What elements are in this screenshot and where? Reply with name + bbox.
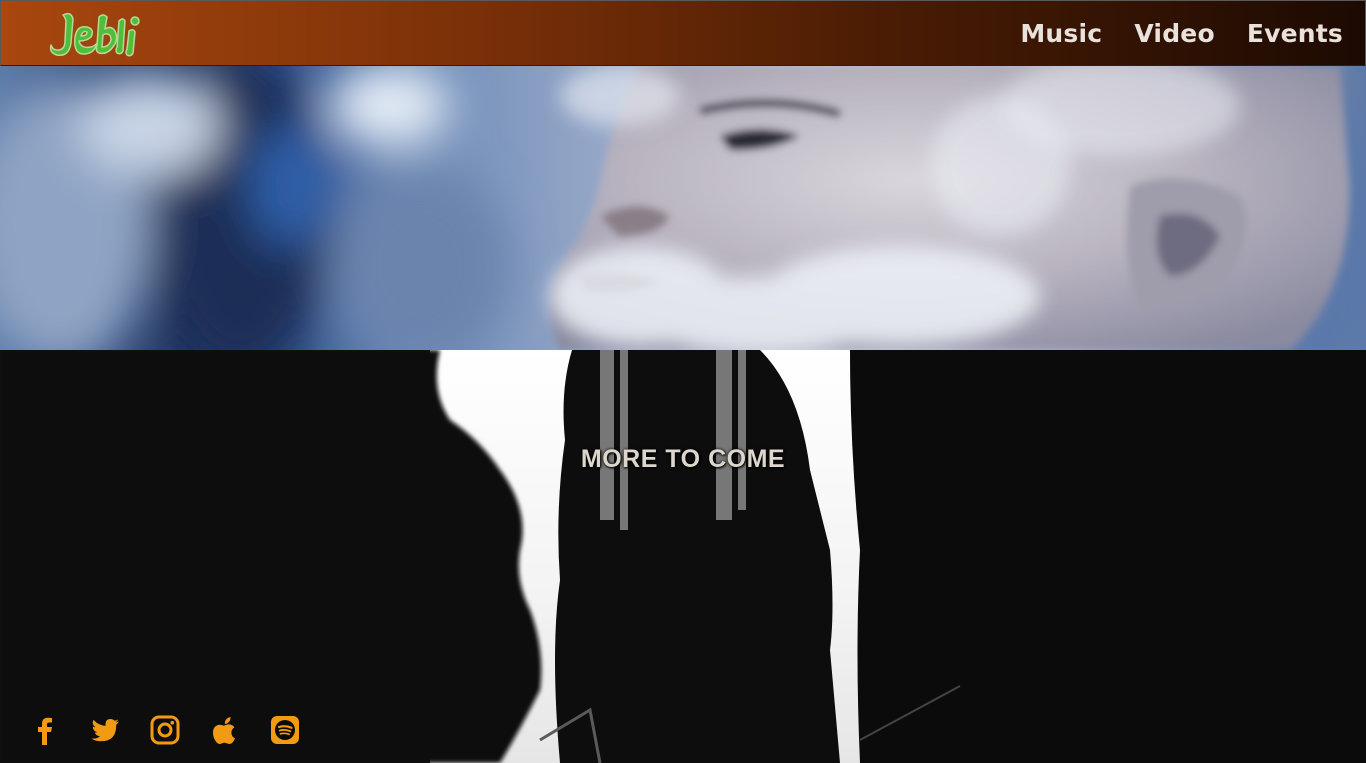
nav-item-video[interactable]: Video: [1134, 19, 1215, 48]
twitter-link[interactable]: [90, 715, 120, 745]
feature-section: MORE TO COME: [0, 350, 1366, 763]
apple-music-link[interactable]: [210, 715, 240, 745]
instagram-link[interactable]: [150, 715, 180, 745]
main-nav: Music Video Events: [1020, 19, 1343, 48]
nav-item-events[interactable]: Events: [1247, 19, 1343, 48]
twitter-icon: [91, 719, 119, 742]
site-logo[interactable]: [45, 7, 145, 63]
spotify-icon: [271, 716, 299, 744]
spotify-link[interactable]: [270, 715, 300, 745]
silhouette-with-microphone: [0, 350, 1366, 763]
apple-music-icon: [213, 717, 235, 744]
facebook-icon: [38, 717, 52, 745]
social-links: [30, 715, 300, 745]
nav-item-music[interactable]: Music: [1020, 19, 1102, 48]
facebook-link[interactable]: [30, 715, 60, 745]
site-header: Music Video Events: [0, 0, 1366, 66]
instagram-icon: [150, 715, 180, 745]
more-to-come-headline: MORE TO COME: [580, 445, 786, 473]
hero-smoke-portrait: [0, 66, 1366, 350]
hero-image: [0, 66, 1366, 350]
logo-graphic: [49, 12, 140, 57]
